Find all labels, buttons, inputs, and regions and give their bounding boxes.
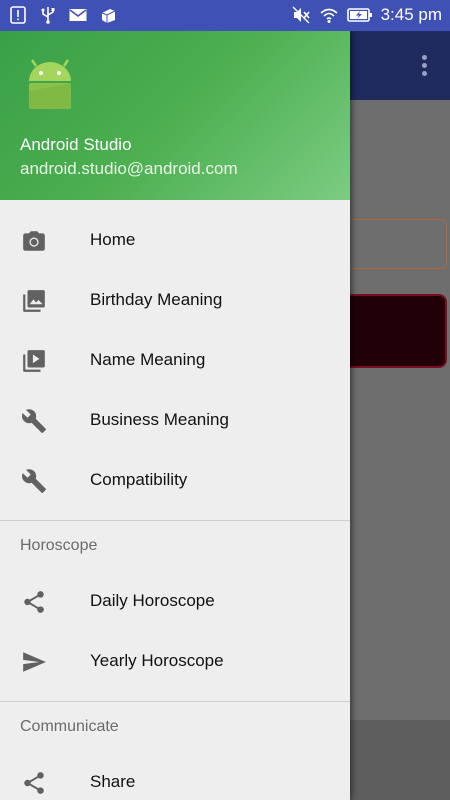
- menu-item-label: Home: [90, 230, 136, 249]
- slideshow-icon: [23, 350, 45, 372]
- menu-item-birthday-meaning[interactable]: Birthday Meaning: [0, 270, 350, 330]
- user-email: android.studio@android.com: [20, 159, 238, 178]
- menu-item-home[interactable]: Home: [0, 210, 350, 270]
- menu-item-label: Yearly Horoscope: [90, 651, 224, 670]
- menu-item-label: Business Meaning: [90, 410, 229, 429]
- wrench-icon: [22, 409, 46, 433]
- alert-icon: [10, 6, 26, 24]
- user-name: Android Studio: [20, 135, 132, 154]
- wrench-icon: [22, 469, 46, 493]
- android-logo-icon: [29, 59, 71, 109]
- send-icon: [23, 652, 46, 672]
- section-header-horoscope: Horoscope: [20, 537, 98, 554]
- menu-item-label: Name Meaning: [90, 350, 206, 369]
- overflow-menu-icon[interactable]: [422, 55, 428, 79]
- share-icon: [24, 772, 44, 794]
- status-bar-system: 3:45 pm: [291, 4, 442, 26]
- menu-item-compatibility[interactable]: Compatibility: [0, 450, 350, 510]
- wifi-icon: [320, 8, 338, 23]
- menu-item-label: Birthday Meaning: [90, 290, 223, 309]
- menu-item-label: Share: [90, 772, 136, 791]
- share-icon: [24, 591, 44, 613]
- menu-item-daily-horoscope[interactable]: Daily Horoscope: [0, 571, 350, 631]
- drawer-header: Android Studio android.studio@android.co…: [0, 31, 350, 200]
- camera-icon: [23, 231, 45, 251]
- gallery-icon: [23, 290, 45, 312]
- menu-item-share[interactable]: Share: [0, 752, 350, 800]
- drawer-menu: Home Birthday Meaning Name Meaning Busin…: [0, 200, 350, 800]
- clock: 3:45 pm: [380, 5, 442, 24]
- usb-icon: [41, 7, 55, 24]
- battery-icon: [346, 8, 372, 22]
- section-header-communicate: Communicate: [20, 718, 119, 735]
- menu-item-label: Daily Horoscope: [90, 591, 215, 610]
- mute-icon: [292, 6, 310, 24]
- app-icon: [101, 9, 116, 23]
- menu-item-business-meaning[interactable]: Business Meaning: [0, 390, 350, 450]
- menu-item-name-meaning[interactable]: Name Meaning: [0, 330, 350, 390]
- status-bar-notifications: [8, 5, 118, 25]
- mail-icon: [69, 9, 87, 21]
- status-bar: 3:45 pm: [0, 0, 450, 31]
- menu-item-label: Compatibility: [90, 470, 188, 489]
- navigation-drawer: Android Studio android.studio@android.co…: [0, 31, 350, 800]
- menu-item-yearly-horoscope[interactable]: Yearly Horoscope: [0, 631, 350, 691]
